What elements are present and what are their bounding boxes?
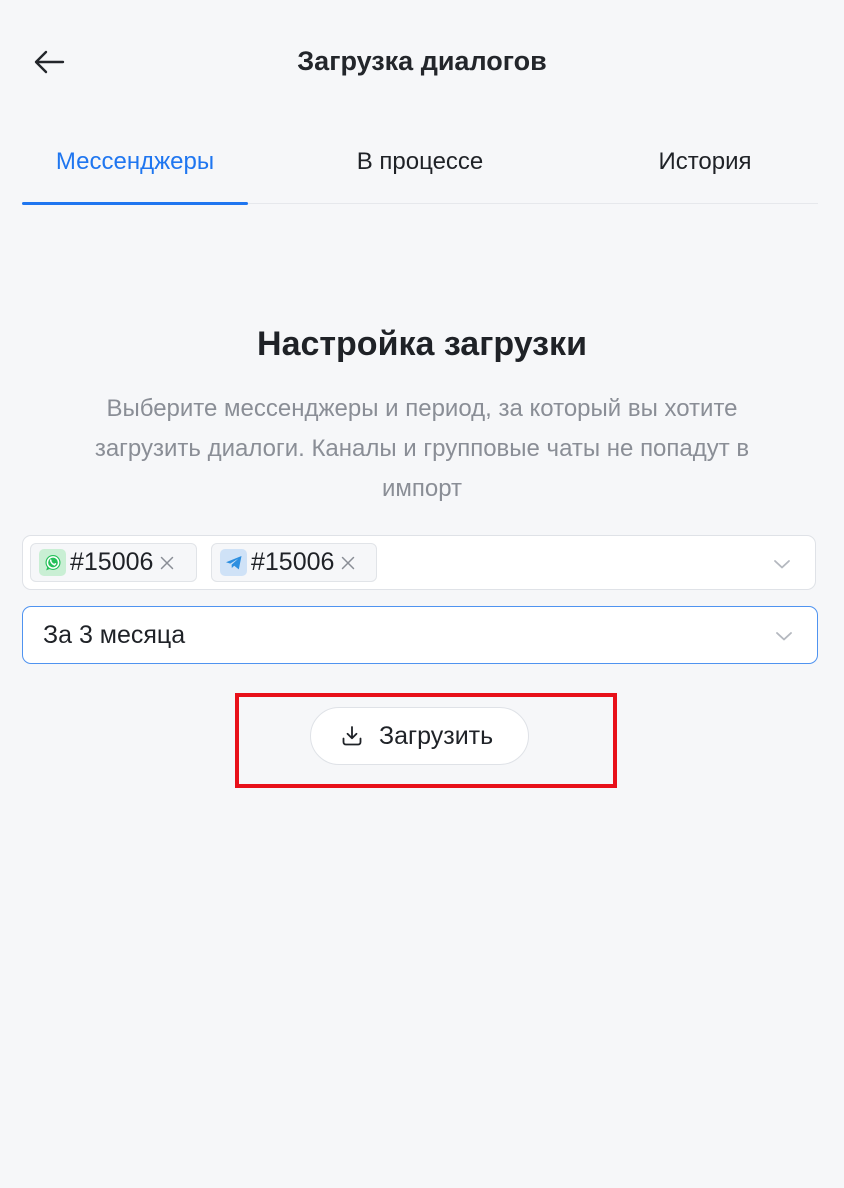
download-button-label: Загрузить <box>379 722 494 750</box>
chevron-down-icon <box>774 560 790 569</box>
chevron-down-icon <box>776 632 792 641</box>
page-title: Загрузка диалогов <box>297 46 547 76</box>
telegram-icon <box>220 549 247 576</box>
tab-bar: Мессенджеры В процессе История <box>22 124 818 205</box>
messenger-tag-telegram: #15006 <box>211 543 377 582</box>
tab-history[interactable]: История <box>592 124 818 203</box>
tab-messengers[interactable]: Мессенджеры <box>22 124 248 205</box>
remove-tag-close-icon[interactable] <box>157 553 177 573</box>
messenger-tag-label: #15006 <box>70 548 154 576</box>
download-button[interactable]: Загрузить <box>310 707 529 765</box>
section-description: Выберите мессенджеры и период, за которы… <box>94 395 750 502</box>
header: Загрузка диалогов <box>0 0 844 124</box>
remove-tag-close-icon[interactable] <box>338 553 358 573</box>
tab-in-progress[interactable]: В процессе <box>248 124 592 203</box>
messenger-select[interactable]: #15006 #15006 <box>22 535 816 590</box>
whatsapp-icon <box>39 549 66 576</box>
section-title: Настройка загрузки <box>257 325 587 363</box>
period-select[interactable]: За 3 месяца <box>22 606 818 664</box>
messenger-tag-label: #15006 <box>251 548 335 576</box>
messenger-tag-whatsapp: #15006 <box>30 543 197 582</box>
period-select-value: За 3 месяца <box>43 621 186 649</box>
download-icon <box>342 726 362 746</box>
